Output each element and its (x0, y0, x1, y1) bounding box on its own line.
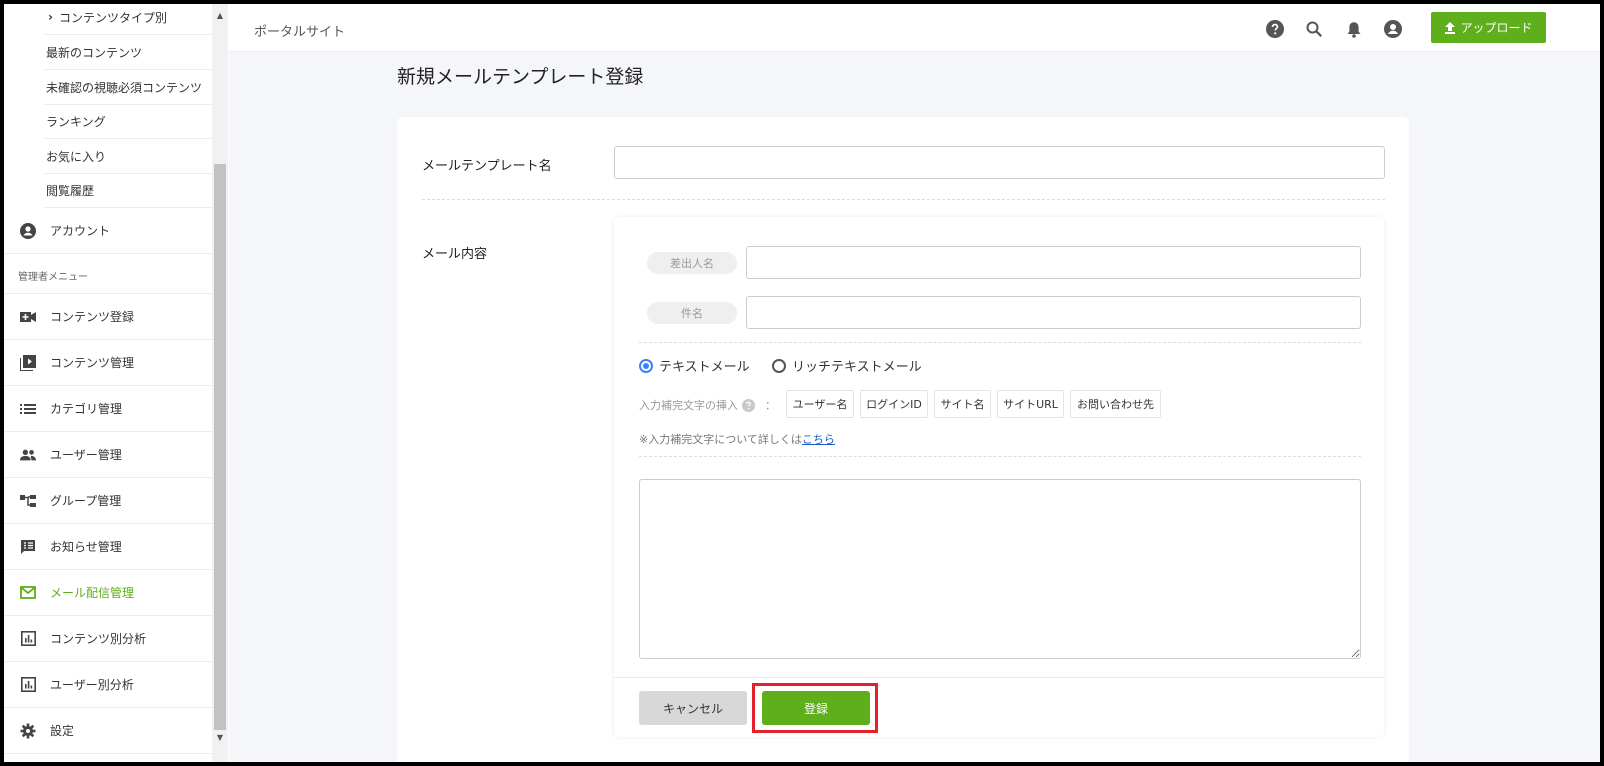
playlist-icon (20, 354, 36, 371)
radio-label: テキストメール (659, 360, 750, 375)
group-tree-icon (20, 493, 36, 509)
sender-label: 差出人名 (647, 252, 737, 274)
sender-name-input[interactable] (746, 246, 1361, 279)
sidebar-item-label: ユーザー別分析 (50, 678, 134, 692)
subject-label: 件名 (647, 302, 737, 324)
upload-label: アップロード (1460, 21, 1533, 35)
insert-separator: ： (765, 399, 776, 412)
sidebar-item-label: 閲覧履歴 (46, 183, 95, 198)
sidebar-item-label: お知らせ管理 (50, 540, 122, 554)
divider (422, 199, 1385, 200)
main-content: 新規メールテンプレート登録 メールテンプレート名 メール内容 差出人名 件名 テ… (229, 52, 1600, 762)
divider (639, 456, 1361, 457)
sidebar-item-history[interactable]: 閲覧履歴 (44, 173, 216, 208)
insert-siteurl-button[interactable]: サイトURL (997, 390, 1064, 418)
mail-content-label: メール内容 (422, 247, 488, 262)
sidebar-item-label: 設定 (50, 724, 75, 738)
radio-rich-text-mail[interactable]: リッチテキストメール (772, 356, 922, 375)
sidebar-item-label: ランキング (46, 114, 106, 129)
search-icon[interactable] (1304, 19, 1324, 39)
sidebar: › コンテンツタイプ別 最新のコンテンツ 未確認の視聴必須コンテンツ ランキング… (4, 4, 217, 762)
sidebar-item-favorites[interactable]: お気に入り (44, 139, 216, 174)
announcement-icon (20, 539, 36, 555)
insert-contact-button[interactable]: お問い合わせ先 (1070, 390, 1161, 418)
sidebar-item-latest[interactable]: 最新のコンテンツ (44, 35, 216, 70)
mail-icon (20, 585, 36, 601)
sidebar-item-user-manage[interactable]: ユーザー管理 (4, 432, 216, 478)
sidebar-item-group-manage[interactable]: グループ管理 (4, 478, 216, 524)
sidebar-item-label: コンテンツ別分析 (50, 632, 147, 646)
radio-unchecked-icon (772, 358, 786, 373)
scroll-down-icon[interactable]: ▼ (214, 732, 226, 744)
insert-loginid-button[interactable]: ログインID (860, 390, 928, 418)
sidebar-item-label: お気に入り (46, 149, 107, 164)
sidebar-item-label: 未確認の視聴必須コンテンツ (46, 80, 203, 95)
help-icon[interactable] (742, 398, 755, 412)
users-icon (20, 447, 36, 463)
sidebar-item-unconfirmed[interactable]: 未確認の視聴必須コンテンツ (44, 70, 216, 105)
insert-note-link[interactable]: こちら (802, 433, 835, 446)
list-icon (20, 401, 36, 417)
sidebar-item-label: コンテンツ登録 (50, 310, 135, 324)
upload-icon (1445, 21, 1456, 34)
app-window: › コンテンツタイプ別 最新のコンテンツ 未確認の視聴必須コンテンツ ランキング… (4, 4, 1600, 762)
insert-username-button[interactable]: ユーザー名 (786, 390, 854, 418)
user-icon[interactable] (1383, 19, 1403, 39)
radio-label: リッチテキストメール (792, 360, 922, 375)
template-name-label: メールテンプレート名 (422, 159, 552, 174)
radio-text-mail[interactable]: テキストメール (639, 356, 750, 375)
video-add-icon (20, 309, 36, 325)
sidebar-item-announcement-manage[interactable]: お知らせ管理 (4, 524, 216, 570)
sidebar-item-content-register[interactable]: コンテンツ登録 (4, 294, 216, 340)
sidebar-item-label: メール配信管理 (50, 586, 135, 600)
upload-button[interactable]: アップロード (1431, 12, 1546, 43)
sidebar-item-label: グループ管理 (50, 494, 122, 508)
sidebar-item-content-type[interactable]: › コンテンツタイプ別 (44, 4, 216, 35)
chart-icon (20, 677, 36, 693)
gear-icon (20, 723, 36, 739)
sidebar-item-content-manage[interactable]: コンテンツ管理 (4, 340, 216, 386)
insert-note-text: ※入力補完文字について詳しくは (639, 433, 802, 446)
sidebar-item-content-analysis[interactable]: コンテンツ別分析 (4, 616, 216, 662)
sidebar-item-label: アカウント (50, 224, 111, 238)
sidebar-item-label: ユーザー管理 (50, 448, 122, 462)
mail-body-textarea[interactable] (639, 479, 1361, 659)
form-card: メールテンプレート名 メール内容 差出人名 件名 テキストメール リッチテキスト… (397, 117, 1409, 762)
site-title[interactable]: ポータルサイト (254, 21, 345, 40)
insert-label: 入力補完文字の挿入 ： (639, 397, 776, 413)
sidebar-item-user-analysis[interactable]: ユーザー別分析 (4, 662, 216, 708)
sidebar-item-mail-manage[interactable]: メール配信管理 (4, 570, 216, 616)
highlight-box (752, 683, 878, 733)
divider (614, 677, 1384, 678)
header: ポータルサイト アップロード (229, 4, 1600, 52)
cancel-button[interactable]: キャンセル (639, 691, 747, 725)
sidebar-item-settings[interactable]: 設定 (4, 708, 216, 754)
mail-content-panel: 差出人名 件名 テキストメール リッチテキストメール 入力補完文字の挿入 ： ユ… (614, 217, 1384, 737)
sidebar-item-label: コンテンツタイプ別 (58, 10, 167, 25)
scroll-up-icon[interactable]: ▲ (214, 10, 226, 22)
bell-icon[interactable] (1344, 19, 1364, 39)
radio-checked-icon (639, 358, 653, 373)
sidebar-item-account[interactable]: アカウント (4, 208, 216, 254)
insert-sitename-button[interactable]: サイト名 (934, 390, 991, 418)
divider (639, 342, 1361, 343)
help-icon[interactable] (1265, 19, 1285, 39)
insert-note: ※入力補完文字について詳しくはこちら (639, 431, 835, 447)
sidebar-item-ranking[interactable]: ランキング (44, 104, 216, 139)
sidebar-item-label: 最新のコンテンツ (46, 45, 143, 60)
chart-icon (20, 631, 36, 647)
template-name-input[interactable] (614, 146, 1385, 179)
admin-menu-heading: 管理者メニュー (18, 272, 88, 283)
page-title: 新規メールテンプレート登録 (397, 66, 644, 88)
insert-label-text: 入力補完文字の挿入 (639, 399, 738, 412)
sidebar-item-label: カテゴリ管理 (50, 402, 123, 416)
user-circle-icon (20, 222, 36, 239)
sidebar-scrollbar-thumb[interactable] (214, 164, 226, 730)
sidebar-item-category-manage[interactable]: カテゴリ管理 (4, 386, 216, 432)
sidebar-item-label: コンテンツ管理 (50, 356, 135, 370)
subject-input[interactable] (746, 296, 1361, 329)
